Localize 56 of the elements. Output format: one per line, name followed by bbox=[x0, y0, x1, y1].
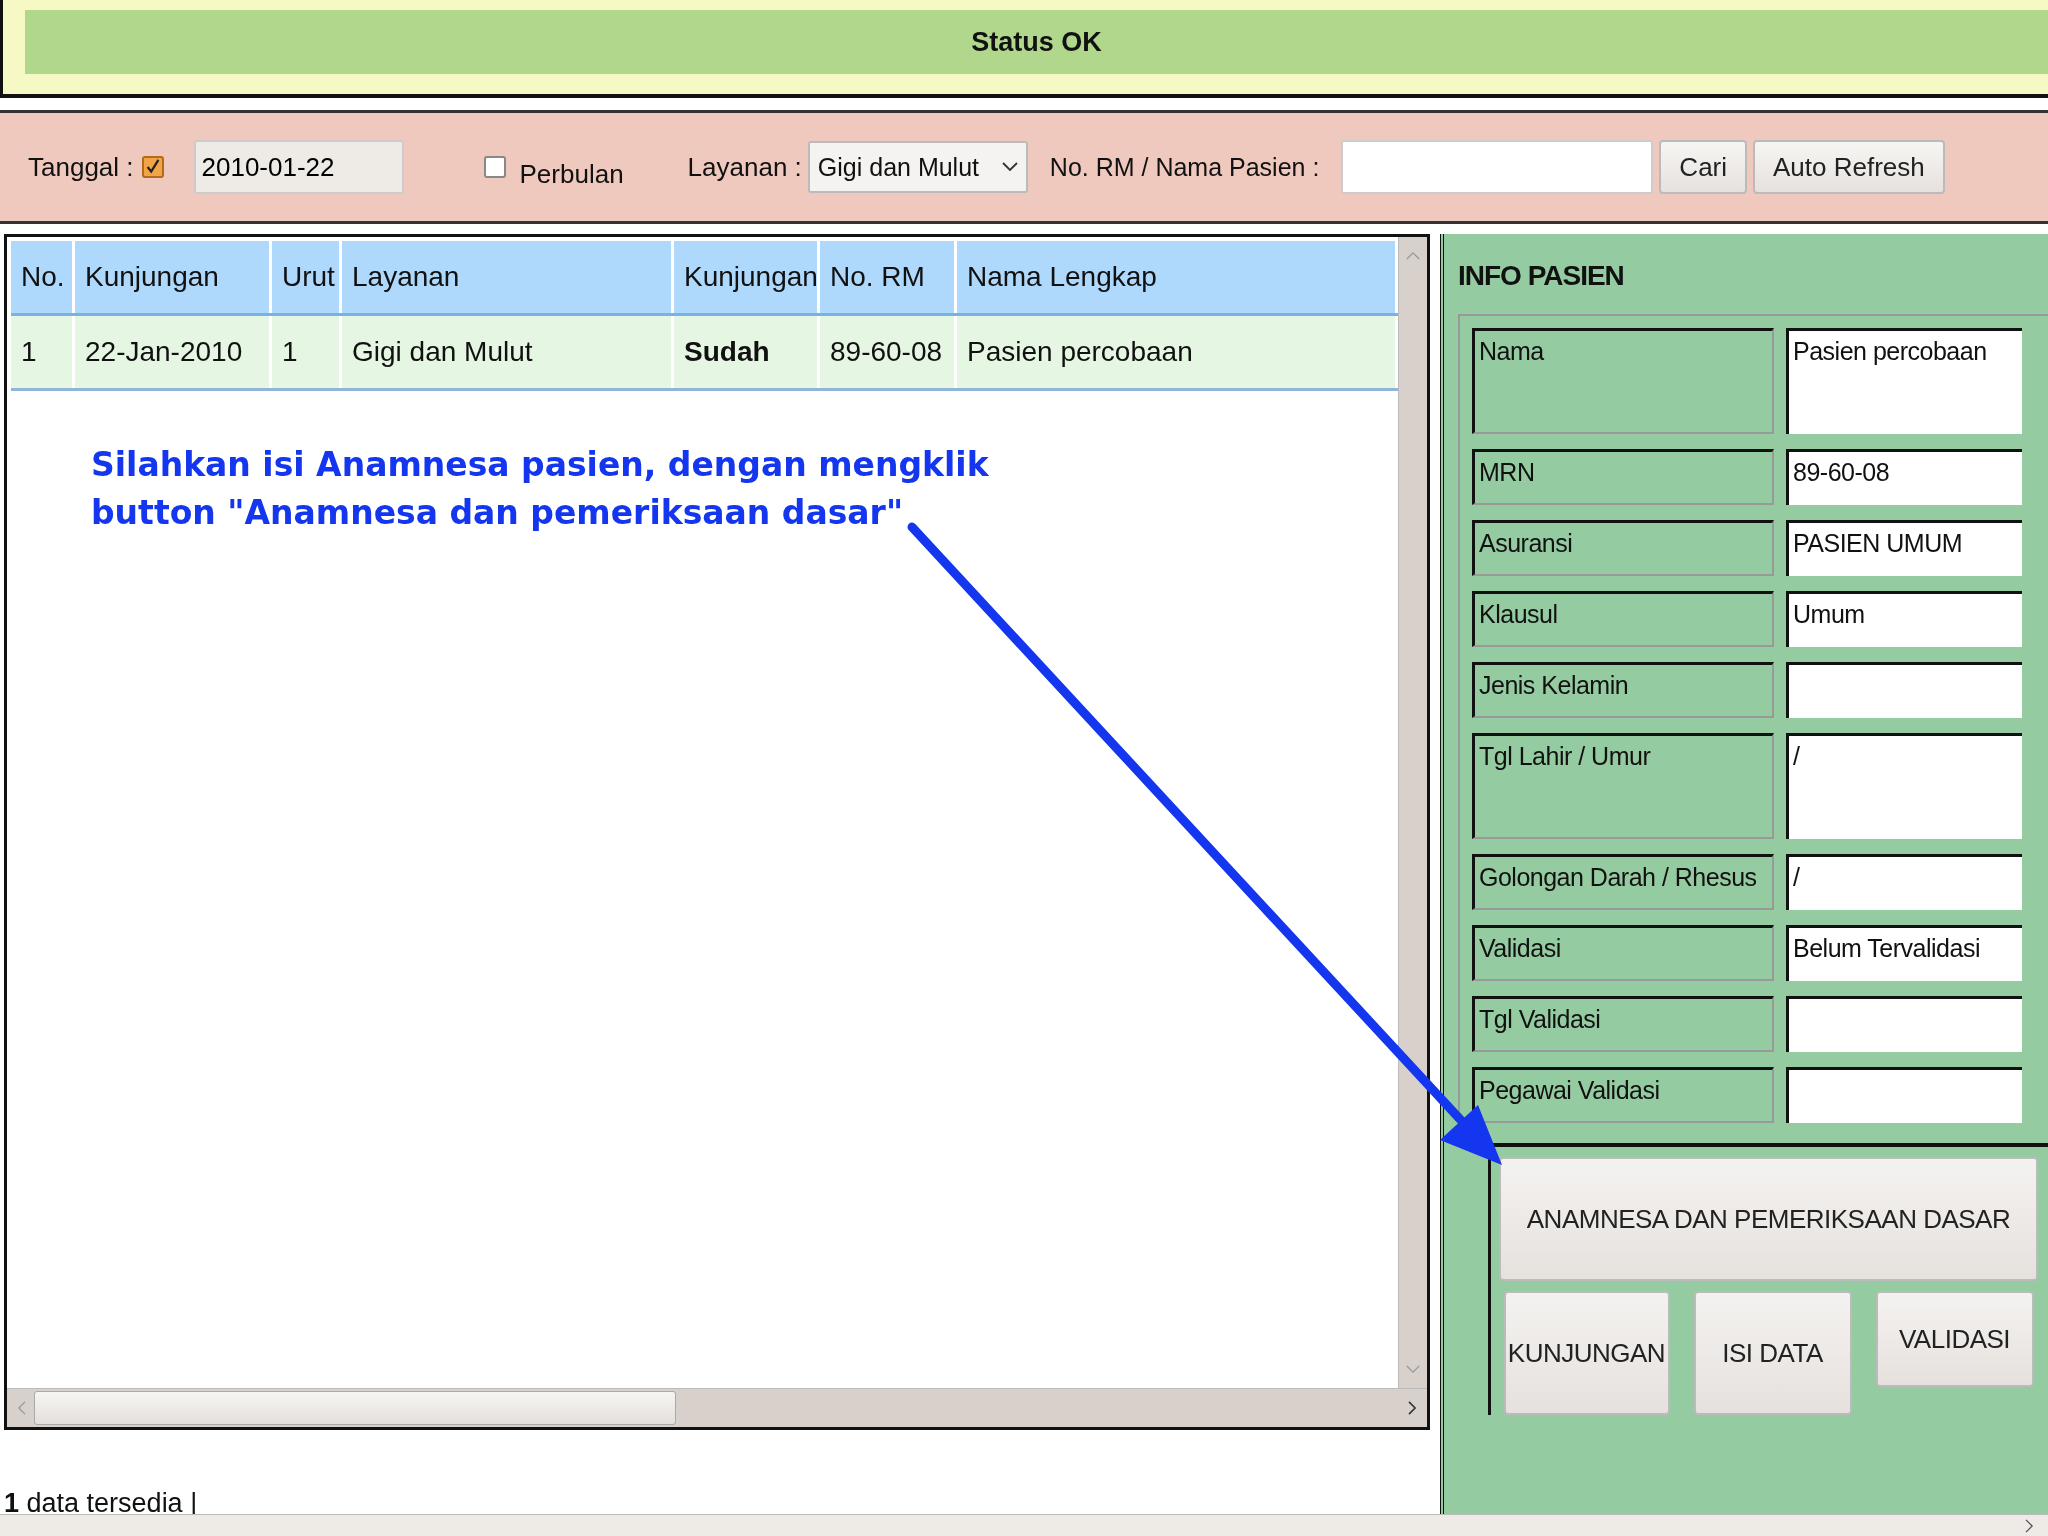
info-value-field: 89-60-08 bbox=[1786, 449, 2022, 505]
page-horizontal-scrollbar[interactable] bbox=[0, 1514, 2048, 1536]
info-value-field: Pasien percobaan bbox=[1786, 328, 2022, 434]
info-value-field: / bbox=[1786, 733, 2022, 839]
table-cell: Sudah bbox=[674, 316, 820, 388]
table-cell: 1 bbox=[11, 316, 75, 388]
toolbar-button[interactable]: Auto Refresh bbox=[1753, 140, 1945, 194]
perbulan-label: Perbulan bbox=[519, 158, 624, 190]
search-field[interactable] bbox=[1341, 140, 1654, 194]
info-label: Nama bbox=[1472, 328, 1774, 434]
info-value-field: Belum Tervalidasi bbox=[1786, 925, 2022, 981]
layanan-label: Layanan : bbox=[687, 151, 802, 183]
info-label: Golongan Darah / Rhesus bbox=[1472, 854, 1774, 910]
scroll-right-icon[interactable] bbox=[1408, 1401, 1417, 1415]
info-label: Tgl Lahir / Umur bbox=[1472, 733, 1774, 839]
action-button[interactable]: KUNJUNGAN bbox=[1503, 1291, 1670, 1415]
info-label: Asuransi bbox=[1472, 520, 1774, 576]
caret-icon bbox=[1001, 162, 1018, 172]
info-label: Jenis Kelamin bbox=[1472, 662, 1774, 718]
panel-title: INFO PASIEN bbox=[1458, 260, 1625, 292]
search-label: No. RM / Nama Pasien : bbox=[1049, 152, 1320, 182]
action-button[interactable]: VALIDASI bbox=[1875, 1291, 2034, 1387]
column-header: Layanan bbox=[342, 241, 674, 313]
scroll-left-icon[interactable] bbox=[17, 1401, 26, 1415]
info-label: Tgl Validasi bbox=[1472, 996, 1774, 1052]
info-value-field: Umum bbox=[1786, 591, 2022, 647]
column-header: No. bbox=[11, 241, 75, 313]
info-label: MRN bbox=[1472, 449, 1774, 505]
layanan-dropdown[interactable]: Gigi dan Mulut bbox=[807, 141, 1028, 193]
info-value-field: / bbox=[1786, 854, 2022, 910]
tanggal-checkbox[interactable] bbox=[141, 156, 164, 178]
table-cell: 89-60-08 bbox=[820, 316, 957, 388]
toolbar-button[interactable]: Cari bbox=[1659, 140, 1748, 194]
scroll-down-icon[interactable] bbox=[1406, 1365, 1420, 1374]
info-label: Validasi bbox=[1472, 925, 1774, 981]
horizontal-scrollbar[interactable] bbox=[7, 1388, 1427, 1427]
perbulan-checkbox[interactable] bbox=[483, 156, 506, 178]
info-value-field: PASIEN UMUM bbox=[1786, 520, 2022, 576]
date-field[interactable]: 2010-01-22 bbox=[193, 140, 404, 194]
column-header: Kunjungan bbox=[674, 241, 820, 313]
table-cell: 1 bbox=[272, 316, 342, 388]
tanggal-label: Tanggal : bbox=[28, 151, 134, 183]
scroll-right-icon[interactable] bbox=[2025, 1519, 2034, 1533]
table-cell: Gigi dan Mulut bbox=[342, 316, 674, 388]
scroll-up-icon[interactable] bbox=[1406, 251, 1420, 260]
scrollbar-thumb[interactable] bbox=[34, 1391, 676, 1425]
vertical-scrollbar[interactable] bbox=[1398, 237, 1427, 1388]
table-cell: 22-Jan-2010 bbox=[75, 316, 272, 388]
action-button[interactable]: ISI DATA bbox=[1693, 1291, 1852, 1415]
action-button[interactable]: ANAMNESA DAN PEMERIKSAAN DASAR bbox=[1499, 1157, 2038, 1281]
instruction-text: Silahkan isi Anamnesa pasien, dengan mengklik button "Anamnesa dan pemeriksaan dasar" bbox=[91, 444, 990, 534]
column-header: Kunjungan bbox=[75, 241, 272, 313]
column-header: Urut bbox=[272, 241, 342, 313]
info-label: Klausul bbox=[1472, 591, 1774, 647]
status-bar: Status OK bbox=[25, 10, 2048, 74]
column-header: No. RM bbox=[820, 241, 957, 313]
